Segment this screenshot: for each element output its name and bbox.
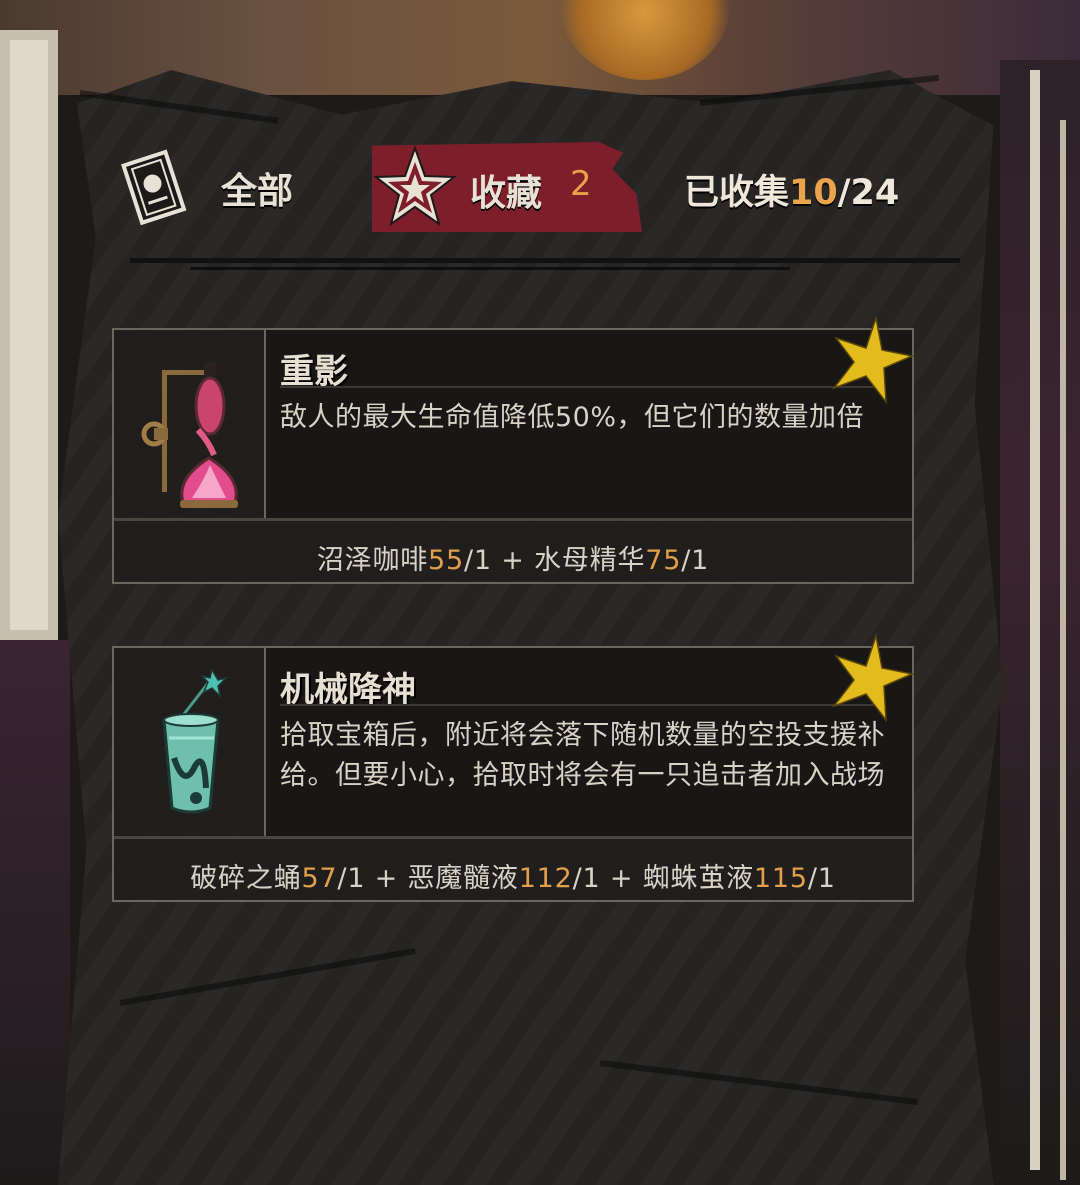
- recipe-ingredient: 破碎之蛹: [190, 863, 302, 894]
- recipe-level: 115: [753, 863, 808, 894]
- favorite-star-icon[interactable]: [824, 315, 915, 406]
- recipe-joiner: +: [491, 545, 535, 576]
- recipe-quantity: /1: [572, 863, 601, 894]
- header-divider: [130, 258, 960, 263]
- item-divider: [114, 518, 912, 521]
- star-icon: [372, 144, 458, 230]
- collection-progress-label: 已收集: [684, 173, 790, 213]
- collection-item-card[interactable]: 机械降神 拾取宝箱后，附近将会落下随机数量的空投支援补给。但要小心，拾取时将会有…: [112, 633, 915, 902]
- recipe-level: 55: [428, 545, 465, 576]
- item-description: 拾取宝箱后，附近将会落下随机数量的空投支援补给。但要小心，拾取时将会有一只追击者…: [280, 720, 885, 791]
- collection-screen: 全部 收藏 2 已收集10/24 重影 敌人的最大生命值降低50%，但它们的数量…: [0, 0, 1080, 1185]
- recipe-level: 57: [301, 863, 338, 894]
- item-info-box: 重影 敌人的最大生命值降低50%，但它们的数量加倍: [266, 330, 912, 518]
- background-right-wall: [1000, 60, 1080, 1185]
- background-left-wall-highlight: [10, 40, 48, 630]
- recipe-quantity: /1: [681, 545, 710, 576]
- recipe-ingredient: 蜘蛛茧液: [642, 863, 754, 894]
- tab-favorites[interactable]: 收藏 2: [372, 142, 642, 232]
- recipe-joiner: +: [365, 863, 408, 894]
- tab-favorites-label: 收藏: [470, 173, 543, 214]
- favorite-star-icon[interactable]: [824, 633, 915, 724]
- item-info-box: 机械降神 拾取宝箱后，附近将会落下随机数量的空投支援补给。但要小心，拾取时将会有…: [266, 648, 912, 836]
- recipe-quantity: /1: [337, 863, 366, 894]
- green-cocktail-glass-icon: [162, 668, 229, 814]
- header-divider-shadow: [190, 267, 790, 270]
- tab-all[interactable]: 全部: [115, 140, 293, 235]
- item-divider: [114, 836, 912, 839]
- pink-hourglass-flask-icon: [141, 362, 238, 508]
- item-name-underline: [280, 386, 880, 388]
- recipe-ingredient: 沼泽咖啡: [316, 545, 429, 576]
- item-image-frame: [114, 330, 266, 518]
- background-right-stripe-2: [1060, 120, 1066, 1180]
- recipe-level: 75: [645, 545, 682, 576]
- collection-collected-count: 10: [789, 173, 838, 213]
- item-recipe: 沼泽咖啡55/1 + 水母精华75/1: [114, 538, 912, 577]
- collection-separator: /: [837, 173, 851, 213]
- background-lower-left: [0, 640, 70, 1185]
- recipe-ingredient: 水母精华: [534, 545, 646, 576]
- collection-item-card[interactable]: 重影 敌人的最大生命值降低50%，但它们的数量加倍 沼泽咖啡55/1 + 水母精…: [112, 315, 915, 584]
- item-image-frame: [114, 648, 266, 836]
- tab-all-label: 全部: [221, 170, 294, 212]
- recipe-joiner: +: [600, 863, 643, 894]
- favorites-count: 2: [570, 164, 592, 204]
- collection-panel: [58, 70, 1003, 1185]
- recipe-level: 112: [518, 863, 573, 894]
- item-recipe: 破碎之蛹57/1 + 恶魔髓液112/1 + 蜘蛛茧液115/1: [114, 856, 912, 895]
- recipe-ingredient: 恶魔髓液: [407, 863, 519, 894]
- collection-progress: 已收集10/24: [684, 164, 899, 215]
- item-description: 敌人的最大生命值降低50%，但它们的数量加倍: [280, 402, 865, 433]
- item-name-underline: [280, 704, 880, 706]
- recipe-quantity: /1: [464, 545, 492, 576]
- recipe-quantity: /1: [807, 863, 836, 894]
- card-icon: [115, 143, 195, 233]
- collection-total-count: 24: [850, 173, 900, 213]
- background-right-stripe: [1030, 70, 1040, 1170]
